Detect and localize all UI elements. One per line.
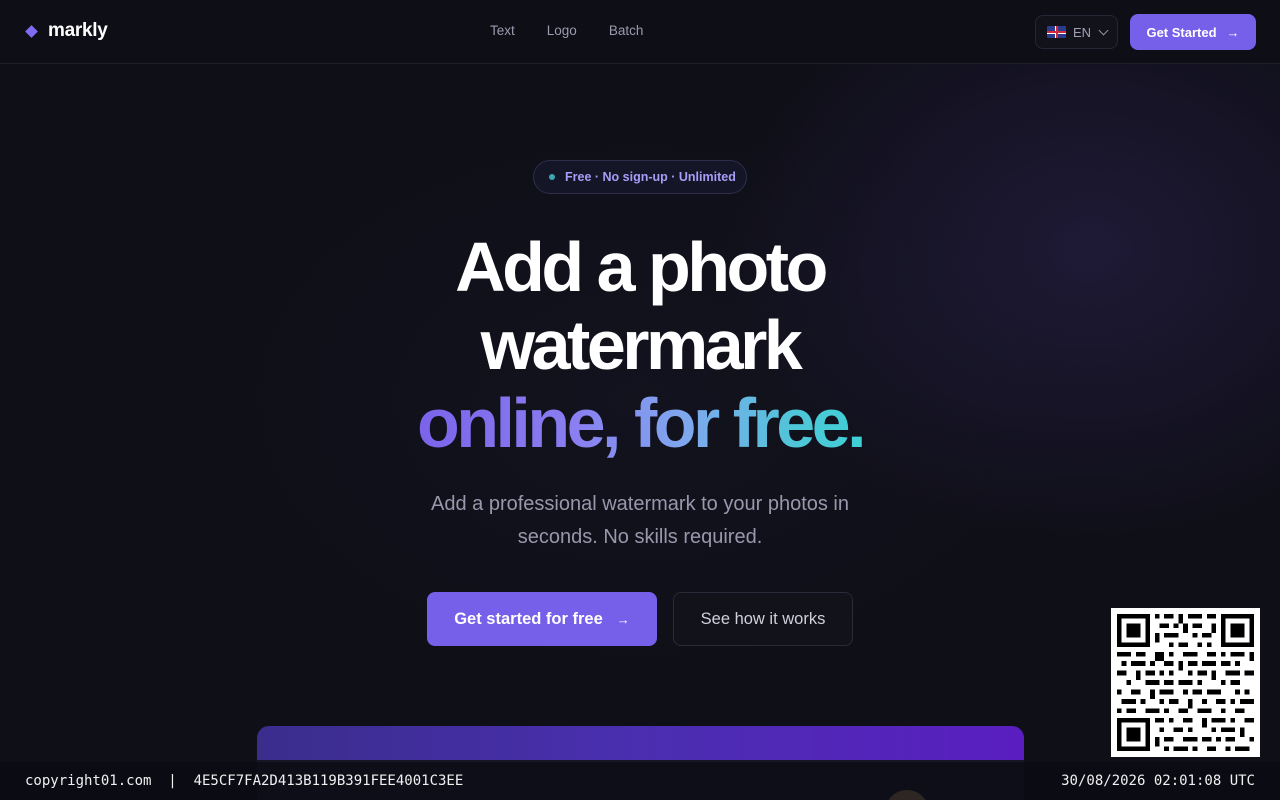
nav-link-text[interactable]: Text (490, 23, 515, 38)
language-selector[interactable]: EN (1035, 15, 1118, 49)
hero-title-gradient-text: online, for free. (416, 384, 867, 462)
nav-link-batch[interactable]: Batch (609, 23, 644, 38)
chevron-down-icon (1098, 25, 1109, 35)
top-navigation-bar: markly Text Logo Batch EN Get Started → (0, 0, 1280, 64)
language-code: EN (1073, 24, 1092, 40)
secondary-button-label: See how it works (700, 609, 826, 628)
watermark-overlay-bar: copyright01.com | 4E5CF7FA2D413B119B391F… (0, 762, 1280, 800)
get-started-label: Get Started (1146, 24, 1217, 40)
logo-diamond-icon (25, 24, 38, 38)
badge-text: Free · No sign-up · Unlimited (565, 170, 736, 184)
uk-flag-icon (1047, 26, 1066, 38)
primary-button-label: Get started for free (454, 609, 603, 628)
free-badge: Free · No sign-up · Unlimited (533, 160, 747, 194)
hero-title-line-2: watermark (480, 306, 803, 384)
qr-code-icon (1111, 608, 1260, 757)
arrow-right-icon: → (616, 611, 630, 627)
get-started-button[interactable]: Get Started → (1130, 14, 1256, 50)
watermark-id-text: copyright01.com | 4E5CF7FA2D413B119B391F… (25, 773, 464, 789)
arrow-right-icon: → (1226, 24, 1240, 40)
hero-title-line-1: Add a photo (455, 228, 828, 306)
main-nav: Text Logo Batch (490, 23, 643, 38)
status-dot-icon (549, 174, 555, 180)
watermark-timestamp: 30/08/2026 02:01:08 UTC (1061, 773, 1255, 789)
logo-text: markly (48, 20, 108, 41)
logo[interactable]: markly (24, 20, 108, 42)
get-started-for-free-button[interactable]: Get started for free → (427, 592, 657, 646)
hero-title-line-3: online, for free. (0, 384, 1280, 462)
hero-subtitle: Add a professional watermark to your pho… (431, 493, 849, 548)
nav-link-logo[interactable]: Logo (547, 23, 577, 38)
see-how-it-works-button[interactable]: See how it works (673, 592, 853, 646)
